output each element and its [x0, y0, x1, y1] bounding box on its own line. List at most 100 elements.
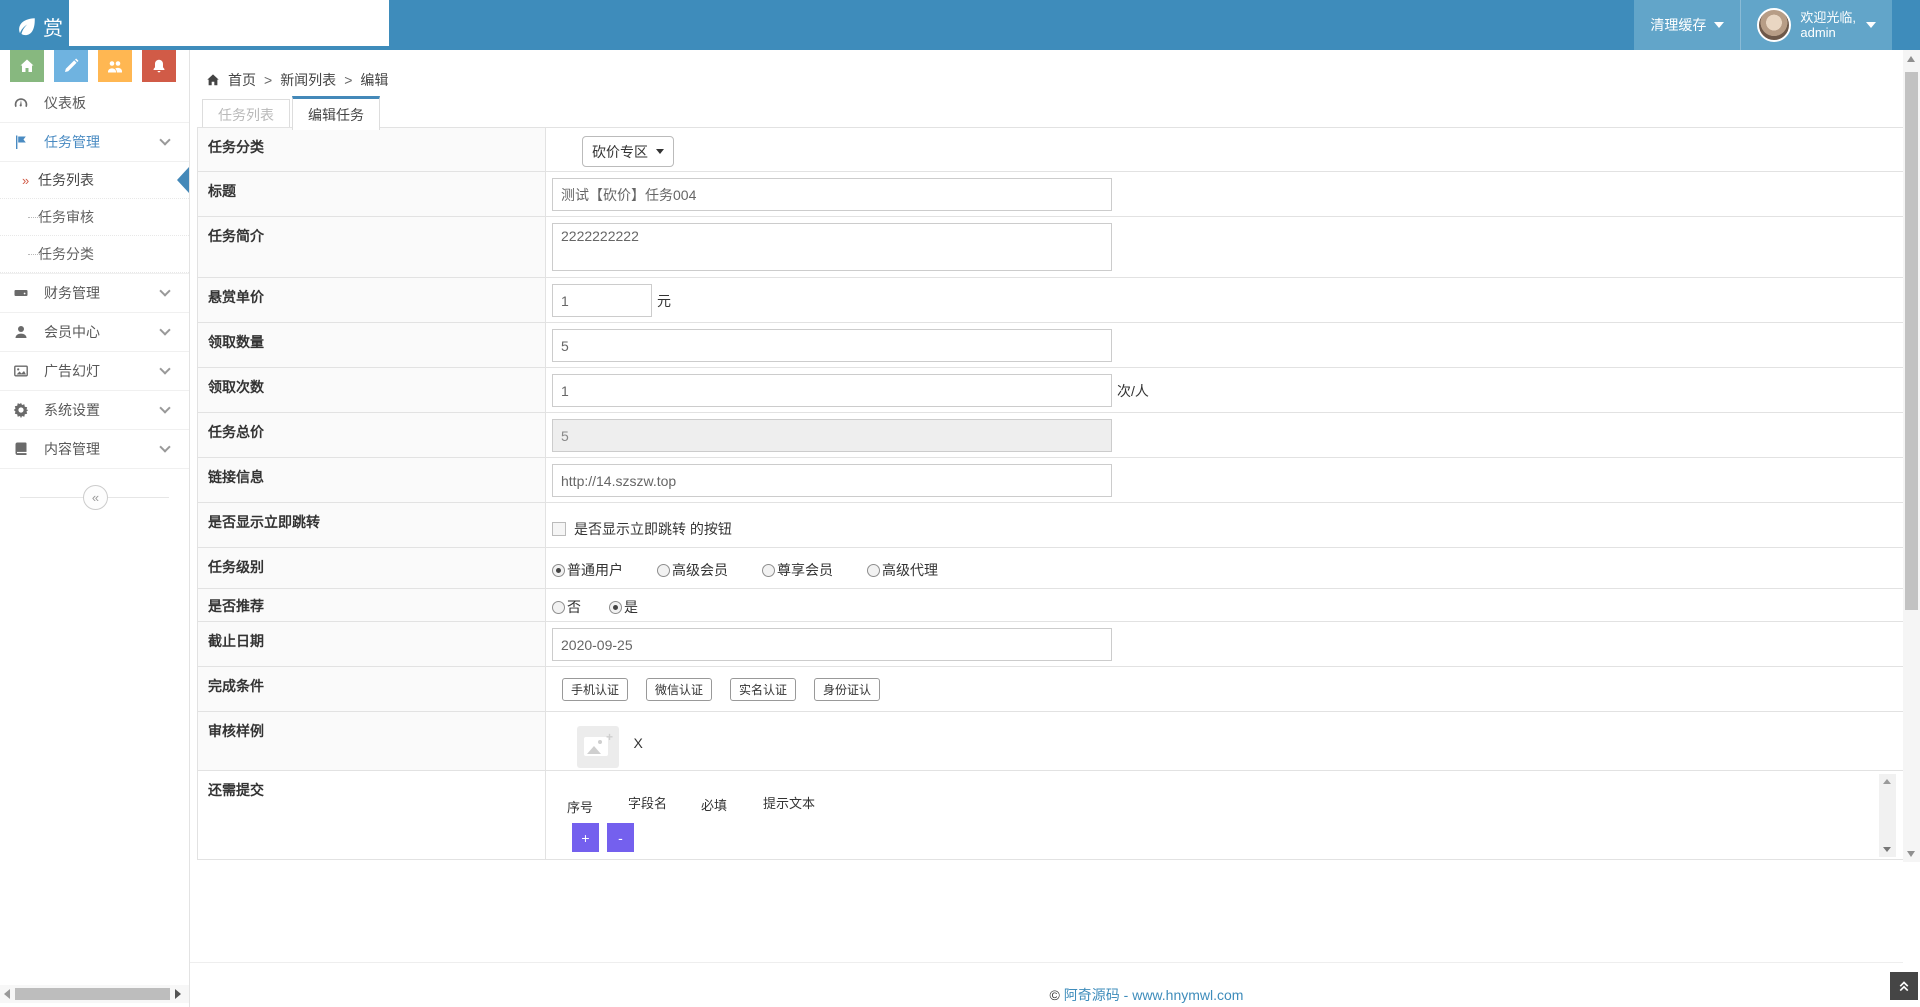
form-row-category: 任务分类 砍价专区 — [198, 128, 1903, 172]
task-category-select[interactable]: 砍价专区 — [582, 136, 674, 167]
image-upload-placeholder[interactable]: + — [577, 726, 619, 768]
back-to-top-button[interactable] — [1890, 972, 1918, 1000]
form-label: 任务简介 — [198, 217, 546, 277]
form-label: 标题 — [198, 172, 546, 216]
home-icon — [206, 73, 220, 87]
unit-price-input[interactable] — [552, 284, 652, 317]
claim-times-input[interactable] — [552, 374, 1112, 407]
form-row-claim-quantity: 领取数量 — [198, 323, 1903, 368]
caret-down-icon — [1866, 22, 1876, 28]
title-input[interactable] — [552, 178, 1112, 211]
caret-down-icon — [656, 149, 664, 154]
radio-option-normal-user[interactable]: 普通用户 — [552, 560, 623, 580]
sidebar-item-members[interactable]: 会员中心 — [0, 313, 189, 352]
radio-label: 是 — [624, 597, 638, 617]
user-icon — [13, 324, 29, 340]
caret-down-icon — [1714, 22, 1724, 28]
remove-image-button[interactable]: X — [633, 735, 642, 751]
sidebar-item-label: 任务列表 — [38, 170, 94, 190]
radio-option-premium-member[interactable]: 尊享会员 — [762, 560, 833, 580]
users-button[interactable] — [98, 50, 132, 82]
navbar-controls: 清理缓存 欢迎光临, admin — [1634, 0, 1892, 50]
tab-task-list[interactable]: 任务列表 — [202, 99, 290, 130]
page-footer: © 阿奇源码 - www.hnymwl.com — [190, 962, 1903, 1005]
form-label: 链接信息 — [198, 458, 546, 502]
sidebar-item-task-management[interactable]: 任务管理 — [0, 123, 189, 162]
form-label: 还需提交 — [198, 771, 546, 859]
chevron-down-icon — [159, 134, 170, 145]
form-row-recommend: 是否推荐 否 是 — [198, 589, 1903, 622]
drive-icon — [13, 285, 29, 301]
show-jump-checkbox[interactable] — [552, 522, 566, 536]
task-intro-textarea[interactable]: 2222222222 — [552, 223, 1112, 271]
remove-field-button[interactable]: - — [607, 823, 634, 852]
chevron-down-icon — [159, 324, 170, 335]
sidebar-item-label: 任务审核 — [38, 207, 94, 227]
horizontal-scrollbar-thumb[interactable] — [15, 988, 170, 1000]
avatar — [1757, 8, 1791, 42]
flag-icon — [13, 134, 29, 150]
sidebar-item-task-category[interactable]: 任务分类 — [0, 236, 189, 273]
app-root: 赏 清理缓存 欢迎光临, admin — [0, 0, 1920, 1007]
phone-verify-button[interactable]: 手机认证 — [562, 678, 628, 701]
home-button[interactable] — [10, 50, 44, 82]
radio-option-senior-agent[interactable]: 高级代理 — [867, 560, 938, 580]
horizontal-scrollbar — [0, 985, 189, 1003]
sidebar-item-ads[interactable]: 广告幻灯 — [0, 352, 189, 391]
sidebar-item-task-review[interactable]: 任务审核 — [0, 199, 189, 236]
chevron-down-icon — [159, 285, 170, 296]
breadcrumb-separator: > — [344, 72, 352, 88]
realname-verify-button[interactable]: 实名认证 — [730, 678, 796, 701]
idcard-verify-button[interactable]: 身份证认 — [814, 678, 880, 701]
image-icon — [13, 363, 29, 379]
tab-edit-task[interactable]: 编辑任务 — [292, 96, 380, 130]
breadcrumb-edit: 编辑 — [360, 70, 388, 90]
radio-label: 高级会员 — [672, 560, 728, 580]
radio-option-no[interactable]: 否 — [552, 597, 581, 617]
deadline-input[interactable] — [552, 628, 1112, 661]
vertical-scrollbar-thumb[interactable] — [1905, 72, 1918, 610]
subtable-scrollbar[interactable] — [1879, 774, 1896, 857]
wechat-verify-button[interactable]: 微信认证 — [646, 678, 712, 701]
bell-icon — [151, 58, 167, 74]
breadcrumb-home[interactable]: 首页 — [228, 70, 256, 90]
sidebar-menu: 仪表板 任务管理 » 任务列表 任务审核 任务分类 — [0, 84, 189, 469]
sidebar-item-task-list[interactable]: » 任务列表 — [0, 162, 189, 199]
sidebar-item-content[interactable]: 内容管理 — [0, 430, 189, 469]
edit-button[interactable] — [54, 50, 88, 82]
sidebar-item-settings[interactable]: 系统设置 — [0, 391, 189, 430]
radio-option-yes[interactable]: 是 — [609, 597, 638, 617]
sidebar-item-label: 财务管理 — [44, 283, 100, 303]
sidebar-collapse-button[interactable]: « — [83, 485, 108, 510]
sidebar-collapse-zone: « — [0, 478, 189, 518]
footer-link[interactable]: 阿奇源码 - www.hnymwl.com — [1064, 987, 1244, 1003]
column-header: 字段名 — [628, 793, 701, 816]
active-marker-icon: » — [22, 173, 29, 188]
scroll-down-arrow-icon[interactable] — [1883, 847, 1891, 852]
tab-bar: 任务列表 编辑任务 — [202, 96, 380, 130]
scroll-up-arrow-icon[interactable] — [1907, 56, 1915, 62]
add-field-button[interactable]: + — [572, 823, 599, 852]
radio-label: 尊享会员 — [777, 560, 833, 580]
link-input[interactable] — [552, 464, 1112, 497]
user-dropdown[interactable]: 欢迎光临, admin — [1741, 0, 1892, 50]
clear-cache-label: 清理缓存 — [1650, 15, 1706, 35]
scroll-left-arrow-icon[interactable] — [4, 989, 10, 999]
radio-label: 高级代理 — [882, 560, 938, 580]
book-icon — [13, 441, 29, 457]
radio-option-senior-member[interactable]: 高级会员 — [657, 560, 728, 580]
notifications-button[interactable] — [142, 50, 176, 82]
total-price-input — [552, 419, 1112, 452]
scroll-up-arrow-icon[interactable] — [1883, 779, 1891, 784]
form-label: 任务级别 — [198, 548, 546, 588]
sidebar-item-dashboard[interactable]: 仪表板 — [0, 84, 189, 123]
vertical-scrollbar[interactable] — [1903, 50, 1920, 862]
clear-cache-dropdown[interactable]: 清理缓存 — [1634, 0, 1740, 50]
brand-logo[interactable]: 赏 — [16, 12, 63, 41]
scroll-right-arrow-icon[interactable] — [175, 989, 181, 999]
breadcrumb-news-list[interactable]: 新闻列表 — [280, 70, 336, 90]
sidebar-item-finance[interactable]: 财务管理 — [0, 274, 189, 313]
claim-quantity-input[interactable] — [552, 329, 1112, 362]
gear-icon — [13, 402, 29, 418]
scroll-down-arrow-icon[interactable] — [1907, 851, 1915, 857]
